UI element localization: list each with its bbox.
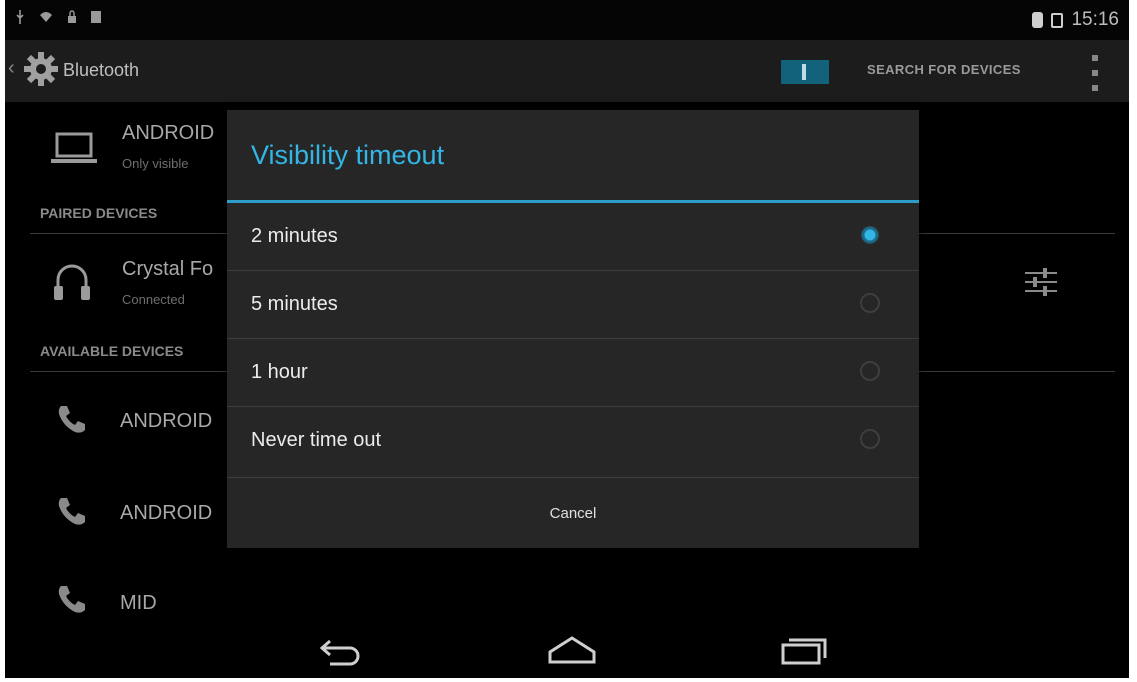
toggle-knob xyxy=(802,64,806,80)
device-name-label: ANDROID xyxy=(122,122,215,144)
gear-icon[interactable] xyxy=(22,50,60,88)
available-devices-header: AVAILABLE DEVICES xyxy=(40,343,184,359)
battery-icon xyxy=(1051,12,1064,28)
option-5-minutes[interactable]: 5 minutes xyxy=(227,271,919,339)
option-label: 1 hour xyxy=(251,361,308,383)
option-label: 2 minutes xyxy=(251,225,338,247)
lock-icon xyxy=(67,10,77,29)
status-bar: 15:16 xyxy=(5,0,1129,40)
home-nav-icon[interactable] xyxy=(542,628,602,670)
device-settings-icon[interactable] xyxy=(1023,264,1059,305)
visibility-timeout-dialog: Visibility timeout 2 minutes 5 minutes 1… xyxy=(227,110,919,548)
option-2-minutes[interactable]: 2 minutes xyxy=(227,203,919,271)
overflow-menu-icon[interactable] xyxy=(1090,55,1100,91)
radio-unselected-icon[interactable] xyxy=(860,293,880,313)
radio-unselected-icon[interactable] xyxy=(860,429,880,449)
wifi-signal-icon xyxy=(39,10,53,29)
device-screen: 15:16 ‹ Bluetooth SEARCH FOR DEVICES AND… xyxy=(5,0,1129,678)
option-never-time-out[interactable]: Never time out xyxy=(227,407,919,475)
cancel-button[interactable]: Cancel xyxy=(227,478,919,548)
radio-unselected-icon[interactable] xyxy=(860,361,880,381)
system-status: 15:16 xyxy=(1032,9,1119,31)
radio-selected-icon[interactable] xyxy=(860,225,880,245)
available-device-row[interactable]: MID xyxy=(5,568,1129,628)
available-device-name: ANDROID xyxy=(120,410,213,432)
paired-device-status: Connected xyxy=(122,292,185,307)
available-device-name: MID xyxy=(120,592,157,614)
option-label: Never time out xyxy=(251,429,382,451)
notification-square-icon xyxy=(91,10,101,29)
visibility-status-label: Only visible xyxy=(122,156,189,171)
page-title: Bluetooth xyxy=(63,60,140,80)
option-1-hour[interactable]: 1 hour xyxy=(227,339,919,407)
phone-icon xyxy=(57,404,87,439)
search-for-devices-button[interactable]: SEARCH FOR DEVICES xyxy=(867,62,1021,77)
status-time: 15:16 xyxy=(1071,9,1119,30)
bluetooth-status-icon xyxy=(1032,12,1044,28)
option-label: 5 minutes xyxy=(251,293,338,315)
headset-icon xyxy=(52,262,92,311)
phone-icon xyxy=(57,584,87,619)
bluetooth-toggle[interactable] xyxy=(781,60,829,84)
navigation-bar xyxy=(5,620,1129,678)
back-caret[interactable]: ‹ xyxy=(8,57,15,80)
paired-devices-header: PAIRED DEVICES xyxy=(40,205,158,221)
laptop-icon xyxy=(50,132,98,169)
action-bar: ‹ Bluetooth SEARCH FOR DEVICES xyxy=(5,40,1129,102)
recent-apps-nav-icon[interactable] xyxy=(775,628,835,670)
available-device-name: ANDROID xyxy=(120,502,213,524)
notification-icons xyxy=(15,10,101,29)
dialog-title: Visibility timeout xyxy=(251,140,445,170)
usb-icon xyxy=(15,10,25,29)
paired-device-name: Crystal Fo xyxy=(122,258,214,280)
back-nav-icon[interactable] xyxy=(310,628,370,670)
phone-icon xyxy=(57,496,87,531)
